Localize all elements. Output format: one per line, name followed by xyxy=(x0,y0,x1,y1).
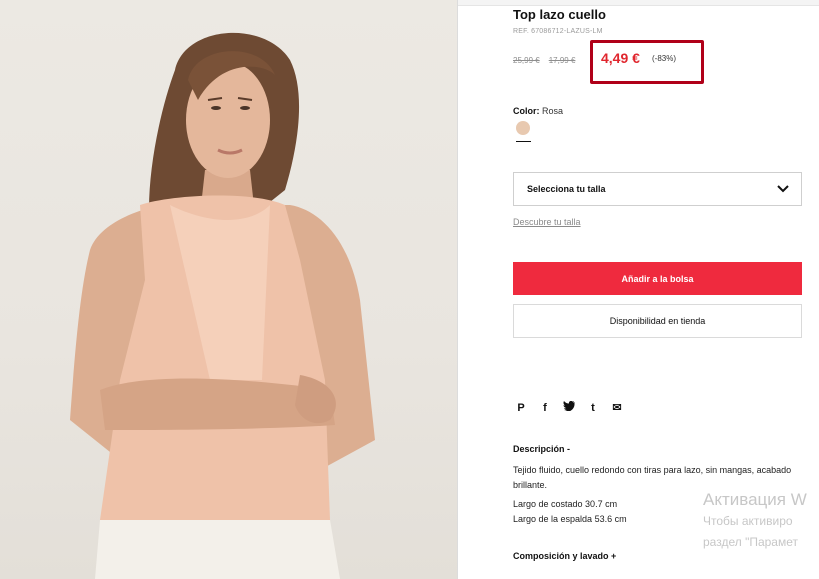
activation-watermark-line: раздел "Парамет xyxy=(703,535,798,549)
email-icon[interactable]: ✉ xyxy=(610,401,624,414)
product-reference: REF. 67086712-LAZUS-LM xyxy=(513,28,603,35)
discount-badge: (-83%) xyxy=(652,54,677,63)
product-image[interactable] xyxy=(0,0,457,579)
activation-watermark-line: Чтобы активиро xyxy=(703,514,793,528)
activation-watermark-title: Активация W xyxy=(703,490,807,509)
side-length-text: Largo de costado 30.7 cm xyxy=(513,499,618,509)
panel-divider xyxy=(457,0,458,579)
selected-swatch-indicator xyxy=(516,141,531,142)
tumblr-icon[interactable]: t xyxy=(586,402,600,414)
back-length-text: Largo de la espalda 53.6 cm xyxy=(513,514,627,524)
facebook-icon[interactable]: f xyxy=(538,402,552,414)
description-text: Tejido fluido, cuello redondo con tiras … xyxy=(513,465,792,490)
price-row: 25,99 € 17,99 € xyxy=(513,53,584,67)
color-value: Rosa xyxy=(542,106,564,116)
model-illustration xyxy=(70,32,375,579)
product-title: Top lazo cuello xyxy=(513,7,606,22)
discover-size-link[interactable]: Descubre tu talla xyxy=(513,217,581,227)
color-label-title: Color: xyxy=(513,106,540,116)
color-label: Color: Rosa xyxy=(513,106,563,116)
previous-sale-price: 17,99 € xyxy=(548,55,576,65)
original-price: 25,99 € xyxy=(513,55,540,65)
store-availability-button[interactable]: Disponibilidad en tienda xyxy=(513,304,802,338)
add-to-bag-button[interactable]: Añadir a la bolsa xyxy=(513,262,802,295)
size-select[interactable]: Selecciona tu talla xyxy=(513,172,802,206)
composition-header[interactable]: Composición y lavado + xyxy=(513,551,616,561)
chevron-down-icon xyxy=(777,185,789,193)
pinterest-icon[interactable]: P xyxy=(514,402,528,414)
current-price: 4,49 € xyxy=(601,50,640,66)
size-select-label: Selecciona tu talla xyxy=(527,184,606,194)
share-icons: P f t ✉ xyxy=(514,400,624,414)
color-swatch-rosa[interactable] xyxy=(516,121,530,135)
twitter-icon[interactable] xyxy=(562,400,576,414)
description-header[interactable]: Descripción - xyxy=(513,444,570,454)
